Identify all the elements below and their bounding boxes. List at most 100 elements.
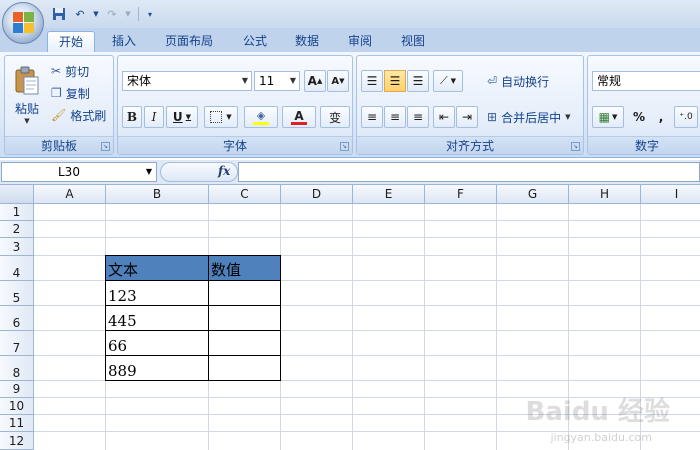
- font-color-button[interactable]: A: [282, 106, 316, 128]
- tab-review[interactable]: 审阅: [340, 31, 380, 52]
- paste-icon: [15, 66, 39, 94]
- bold-button[interactable]: B: [122, 106, 142, 128]
- font-launcher-icon[interactable]: ↘: [340, 142, 349, 151]
- table-header-cell[interactable]: 数值: [209, 256, 281, 281]
- row-header-7[interactable]: 7: [0, 331, 34, 356]
- wrap-text-button[interactable]: ⏎ 自动换行: [487, 70, 549, 92]
- undo-dropdown-icon[interactable]: ▼: [92, 6, 100, 22]
- office-button[interactable]: [2, 2, 44, 44]
- column-header-h[interactable]: H: [569, 185, 641, 204]
- row-header-3[interactable]: 3: [0, 238, 34, 256]
- row-header-6[interactable]: 6: [0, 306, 34, 331]
- select-all-corner[interactable]: [0, 185, 34, 204]
- merge-center-label: 合并后居中: [501, 110, 562, 125]
- format-painter-button[interactable]: 🖌 格式刷: [51, 106, 106, 124]
- customize-qat-icon[interactable]: ▾: [145, 6, 155, 22]
- underline-button[interactable]: U ▼: [166, 106, 198, 128]
- worksheet-grid[interactable]: A B C D E F G H I 1 2 3 4 5 6 7 8 9 10 1…: [0, 185, 700, 450]
- copy-icon: ❐: [51, 86, 62, 100]
- ribbon-tabs: 开始 插入 页面布局 公式 数据 审阅 视图: [0, 28, 700, 52]
- merge-center-button[interactable]: ⊞ 合并后居中 ▼: [487, 106, 570, 128]
- tab-insert[interactable]: 插入: [104, 31, 144, 52]
- column-header-i[interactable]: I: [641, 185, 700, 204]
- accounting-format-button[interactable]: ▦ ▼: [592, 106, 624, 128]
- quick-access-toolbar: ↶ ▼ ↷ ▼ ▾: [50, 4, 155, 24]
- qat-divider: [138, 7, 139, 21]
- alignment-group-label: 对齐方式: [357, 136, 583, 154]
- tab-home[interactable]: 开始: [47, 31, 95, 52]
- comma-button[interactable]: ,: [652, 106, 670, 128]
- clipboard-launcher-icon[interactable]: ↘: [101, 142, 110, 151]
- row-header-12[interactable]: 12: [0, 432, 34, 450]
- percent-button[interactable]: %: [628, 106, 650, 128]
- align-middle-button[interactable]: ☰: [384, 70, 406, 92]
- decrease-indent-button[interactable]: ⇤: [433, 106, 455, 128]
- insert-function-icon[interactable]: fx: [218, 164, 230, 178]
- font-name-select[interactable]: 宋体 ▼: [122, 71, 252, 91]
- table-cell[interactable]: 889: [106, 356, 209, 381]
- align-right-button[interactable]: ≡: [407, 106, 429, 128]
- row-header-8[interactable]: 8: [0, 356, 34, 381]
- cut-button[interactable]: ✂ 剪切: [51, 62, 89, 80]
- column-header-a[interactable]: A: [34, 185, 106, 204]
- row-header-11[interactable]: 11: [0, 415, 34, 432]
- row-header-5[interactable]: 5: [0, 281, 34, 306]
- table-border: [105, 280, 281, 281]
- table-cell[interactable]: 445: [106, 306, 209, 331]
- column-header-f[interactable]: F: [425, 185, 497, 204]
- gridline: [34, 237, 700, 238]
- orientation-icon: ⟋: [439, 74, 448, 87]
- align-top-button[interactable]: ☰: [361, 70, 383, 92]
- formula-input[interactable]: [238, 162, 700, 182]
- align-center-button[interactable]: ≡: [384, 106, 406, 128]
- column-header-d[interactable]: D: [281, 185, 353, 204]
- row-header-1[interactable]: 1: [0, 204, 34, 221]
- shrink-font-button[interactable]: A ▼: [327, 70, 349, 92]
- table-border: [280, 255, 281, 381]
- column-header-b[interactable]: B: [106, 185, 209, 204]
- alignment-launcher-icon[interactable]: ↘: [571, 142, 580, 151]
- font-size-select[interactable]: 11 ▼: [254, 71, 300, 91]
- copy-button[interactable]: ❐ 复制: [51, 84, 90, 102]
- row-header-9[interactable]: 9: [0, 381, 34, 398]
- name-box[interactable]: L30 ▼: [1, 162, 157, 182]
- column-header-e[interactable]: E: [353, 185, 425, 204]
- tab-view[interactable]: 视图: [393, 31, 433, 52]
- increase-indent-button[interactable]: ⇥: [456, 106, 478, 128]
- tab-formulas[interactable]: 公式: [235, 31, 275, 52]
- italic-button[interactable]: I: [144, 106, 164, 128]
- title-bar: ↶ ▼ ↷ ▼ ▾: [0, 0, 700, 28]
- font-color-icon: A: [294, 108, 304, 123]
- tab-data[interactable]: 数据: [287, 31, 327, 52]
- increase-decimal-button[interactable]: ⁺.0: [674, 106, 698, 128]
- align-bottom-button[interactable]: ☰: [407, 70, 429, 92]
- table-cell[interactable]: 123: [106, 281, 209, 306]
- tab-page-layout[interactable]: 页面布局: [157, 31, 221, 52]
- row-header-2[interactable]: 2: [0, 221, 34, 238]
- borders-icon: [210, 111, 223, 123]
- grow-font-button[interactable]: A ▲: [304, 70, 326, 92]
- redo-dropdown-icon[interactable]: ▼: [124, 6, 132, 22]
- redo-icon[interactable]: ↷: [103, 6, 121, 22]
- font-name-value: 宋体: [127, 74, 152, 88]
- table-border: [105, 355, 281, 356]
- number-format-select[interactable]: 常规: [592, 71, 700, 91]
- column-header-c[interactable]: C: [209, 185, 281, 204]
- phonetic-icon: 变: [328, 110, 341, 125]
- table-cell[interactable]: 66: [106, 331, 209, 356]
- column-header-g[interactable]: G: [497, 185, 569, 204]
- row-header-10[interactable]: 10: [0, 398, 34, 415]
- currency-icon: ▦: [598, 110, 610, 124]
- phonetic-button[interactable]: 变: [320, 106, 350, 128]
- table-header-cell[interactable]: 文本: [106, 256, 209, 281]
- wrap-text-label: 自动换行: [501, 74, 550, 89]
- cut-label: 剪切: [65, 64, 90, 79]
- save-icon[interactable]: [50, 6, 68, 22]
- align-left-button[interactable]: ≡: [361, 106, 383, 128]
- paste-button[interactable]: 粘贴 ▼: [9, 60, 45, 130]
- fill-color-button[interactable]: ◈: [244, 106, 278, 128]
- undo-icon[interactable]: ↶: [71, 6, 89, 22]
- orientation-button[interactable]: ⟋ ▼: [433, 70, 463, 92]
- row-header-4[interactable]: 4: [0, 256, 34, 281]
- borders-button[interactable]: ▼: [204, 106, 238, 128]
